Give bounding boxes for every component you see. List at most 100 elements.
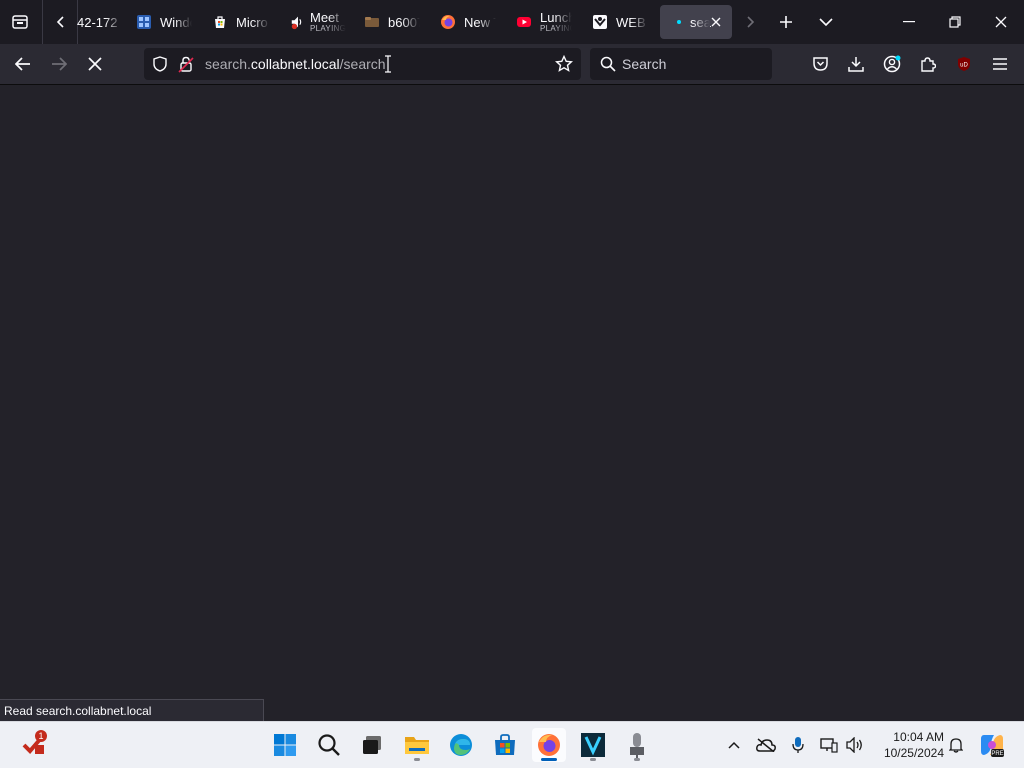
search-icon xyxy=(318,734,340,756)
page-content-area[interactable] xyxy=(0,85,1024,721)
pocket-button[interactable] xyxy=(806,49,834,79)
status-panel: Read search.collabnet.local xyxy=(0,699,264,721)
copilot-button[interactable]: PRE xyxy=(978,730,1006,760)
tab[interactable]: 42-172 xyxy=(77,5,123,39)
clock-time: 10:04 AM xyxy=(893,730,944,744)
divider xyxy=(42,0,43,44)
address-bar[interactable]: search.collabnet.local/search xyxy=(144,48,581,80)
app-menu-button[interactable] xyxy=(986,49,1014,79)
stop-loading-button[interactable] xyxy=(80,49,110,79)
chevron-left-icon xyxy=(56,16,64,28)
account-button[interactable] xyxy=(878,49,906,79)
active-indicator xyxy=(541,758,557,761)
forward-button[interactable] xyxy=(44,49,74,79)
firefox-icon xyxy=(538,734,560,756)
notification-app-button[interactable]: 1 xyxy=(18,726,52,760)
tab[interactable]: WEB xyxy=(592,5,648,39)
show-hidden-icons-button[interactable] xyxy=(724,734,744,756)
tracking-protection-shield-icon[interactable] xyxy=(152,56,168,72)
running-indicator xyxy=(590,758,596,761)
downloads-button[interactable] xyxy=(842,49,870,79)
task-view-button[interactable] xyxy=(355,728,389,762)
running-indicator xyxy=(414,758,420,761)
arrow-left-icon xyxy=(15,57,30,71)
microsoft-store-favicon-icon xyxy=(212,14,228,30)
ublock-origin-button[interactable]: uD xyxy=(950,49,978,79)
file-explorer-button[interactable] xyxy=(400,728,434,762)
microsoft-store-button[interactable] xyxy=(488,728,522,762)
svg-text:uD: uD xyxy=(960,63,968,69)
ublock-shield-icon: uD xyxy=(958,57,970,71)
task-view-icon xyxy=(363,736,381,754)
microphone-tray-button[interactable] xyxy=(788,734,808,756)
search-placeholder: Search xyxy=(622,56,667,72)
scroll-tabs-right-button[interactable] xyxy=(738,8,762,36)
notifications-button[interactable] xyxy=(946,734,966,756)
close-tab-button[interactable] xyxy=(708,14,724,30)
recorder-app-button[interactable] xyxy=(620,728,654,762)
red-app-icon: 1 xyxy=(22,730,47,754)
text-cursor-icon xyxy=(384,55,392,73)
firefox-taskbar-button[interactable] xyxy=(532,728,566,762)
loading-dot-icon xyxy=(675,14,683,30)
url-text[interactable]: search.collabnet.local/search xyxy=(205,56,386,72)
tab[interactable]: Windc xyxy=(136,5,192,39)
tab[interactable]: New T xyxy=(440,5,496,39)
taskbar-clock[interactable]: 10:04 AM 10/25/2024 xyxy=(876,729,944,761)
onedrive-tray-button[interactable] xyxy=(754,734,778,756)
volume-tray-button[interactable] xyxy=(844,734,866,756)
windows-start-icon xyxy=(274,734,296,756)
network-tray-button[interactable] xyxy=(818,734,840,756)
start-button[interactable] xyxy=(268,728,302,762)
tab[interactable]: b6007 xyxy=(364,5,420,39)
close-icon xyxy=(711,17,721,27)
star-icon xyxy=(555,55,573,72)
v-app-icon xyxy=(581,733,605,757)
restore-icon xyxy=(949,16,961,28)
minimize-button[interactable] xyxy=(886,0,932,44)
new-tab-button[interactable] xyxy=(772,8,800,36)
url-host: collabnet.local xyxy=(250,56,340,72)
search-bar[interactable]: Search xyxy=(590,48,772,80)
list-all-tabs-button[interactable] xyxy=(812,8,840,36)
running-indicator xyxy=(634,758,640,761)
account-icon xyxy=(883,55,901,73)
pocket-icon xyxy=(812,57,828,71)
microphone-icon xyxy=(792,737,804,753)
edge-icon xyxy=(450,734,472,756)
bookmark-star-button[interactable] xyxy=(555,55,573,73)
download-icon xyxy=(848,57,864,72)
network-icon xyxy=(820,738,838,753)
speaker-icon xyxy=(846,737,862,753)
minimize-icon xyxy=(903,21,915,23)
clock-date: 10/25/2024 xyxy=(883,746,944,760)
edge-button[interactable] xyxy=(444,728,478,762)
app-v-button[interactable] xyxy=(576,728,610,762)
chevron-up-icon xyxy=(728,741,740,749)
windows-grid-favicon-icon xyxy=(136,14,152,30)
svg-text:PRE: PRE xyxy=(991,751,1003,757)
taskbar-search-button[interactable] xyxy=(312,728,346,762)
close-window-button[interactable] xyxy=(978,0,1024,44)
url-prefix: search. xyxy=(205,56,251,72)
navigation-toolbar: search.collabnet.local/search Search uD xyxy=(0,44,1024,85)
search-icon xyxy=(600,56,616,72)
microphone-app-icon xyxy=(630,733,644,758)
file-explorer-icon xyxy=(405,737,429,754)
firefox-view-button[interactable] xyxy=(6,8,34,36)
firefox-favicon-icon xyxy=(440,14,456,30)
extensions-button[interactable] xyxy=(914,49,942,79)
hamburger-menu-icon xyxy=(993,58,1007,70)
chevron-right-icon xyxy=(747,16,755,28)
tab[interactable]: MeetPLAYING xyxy=(290,5,346,39)
tab-selected[interactable]: sea xyxy=(660,5,732,39)
chevron-down-icon xyxy=(819,18,833,27)
restore-button[interactable] xyxy=(932,0,978,44)
insecure-lock-icon[interactable] xyxy=(178,56,194,73)
scroll-tabs-left-button[interactable] xyxy=(48,8,74,36)
back-button[interactable] xyxy=(8,49,38,79)
tab[interactable]: Micro xyxy=(212,5,270,39)
stop-x-icon xyxy=(88,57,102,71)
tab[interactable]: LunchPLAYING xyxy=(516,5,572,39)
firefox-view-icon xyxy=(12,15,28,29)
